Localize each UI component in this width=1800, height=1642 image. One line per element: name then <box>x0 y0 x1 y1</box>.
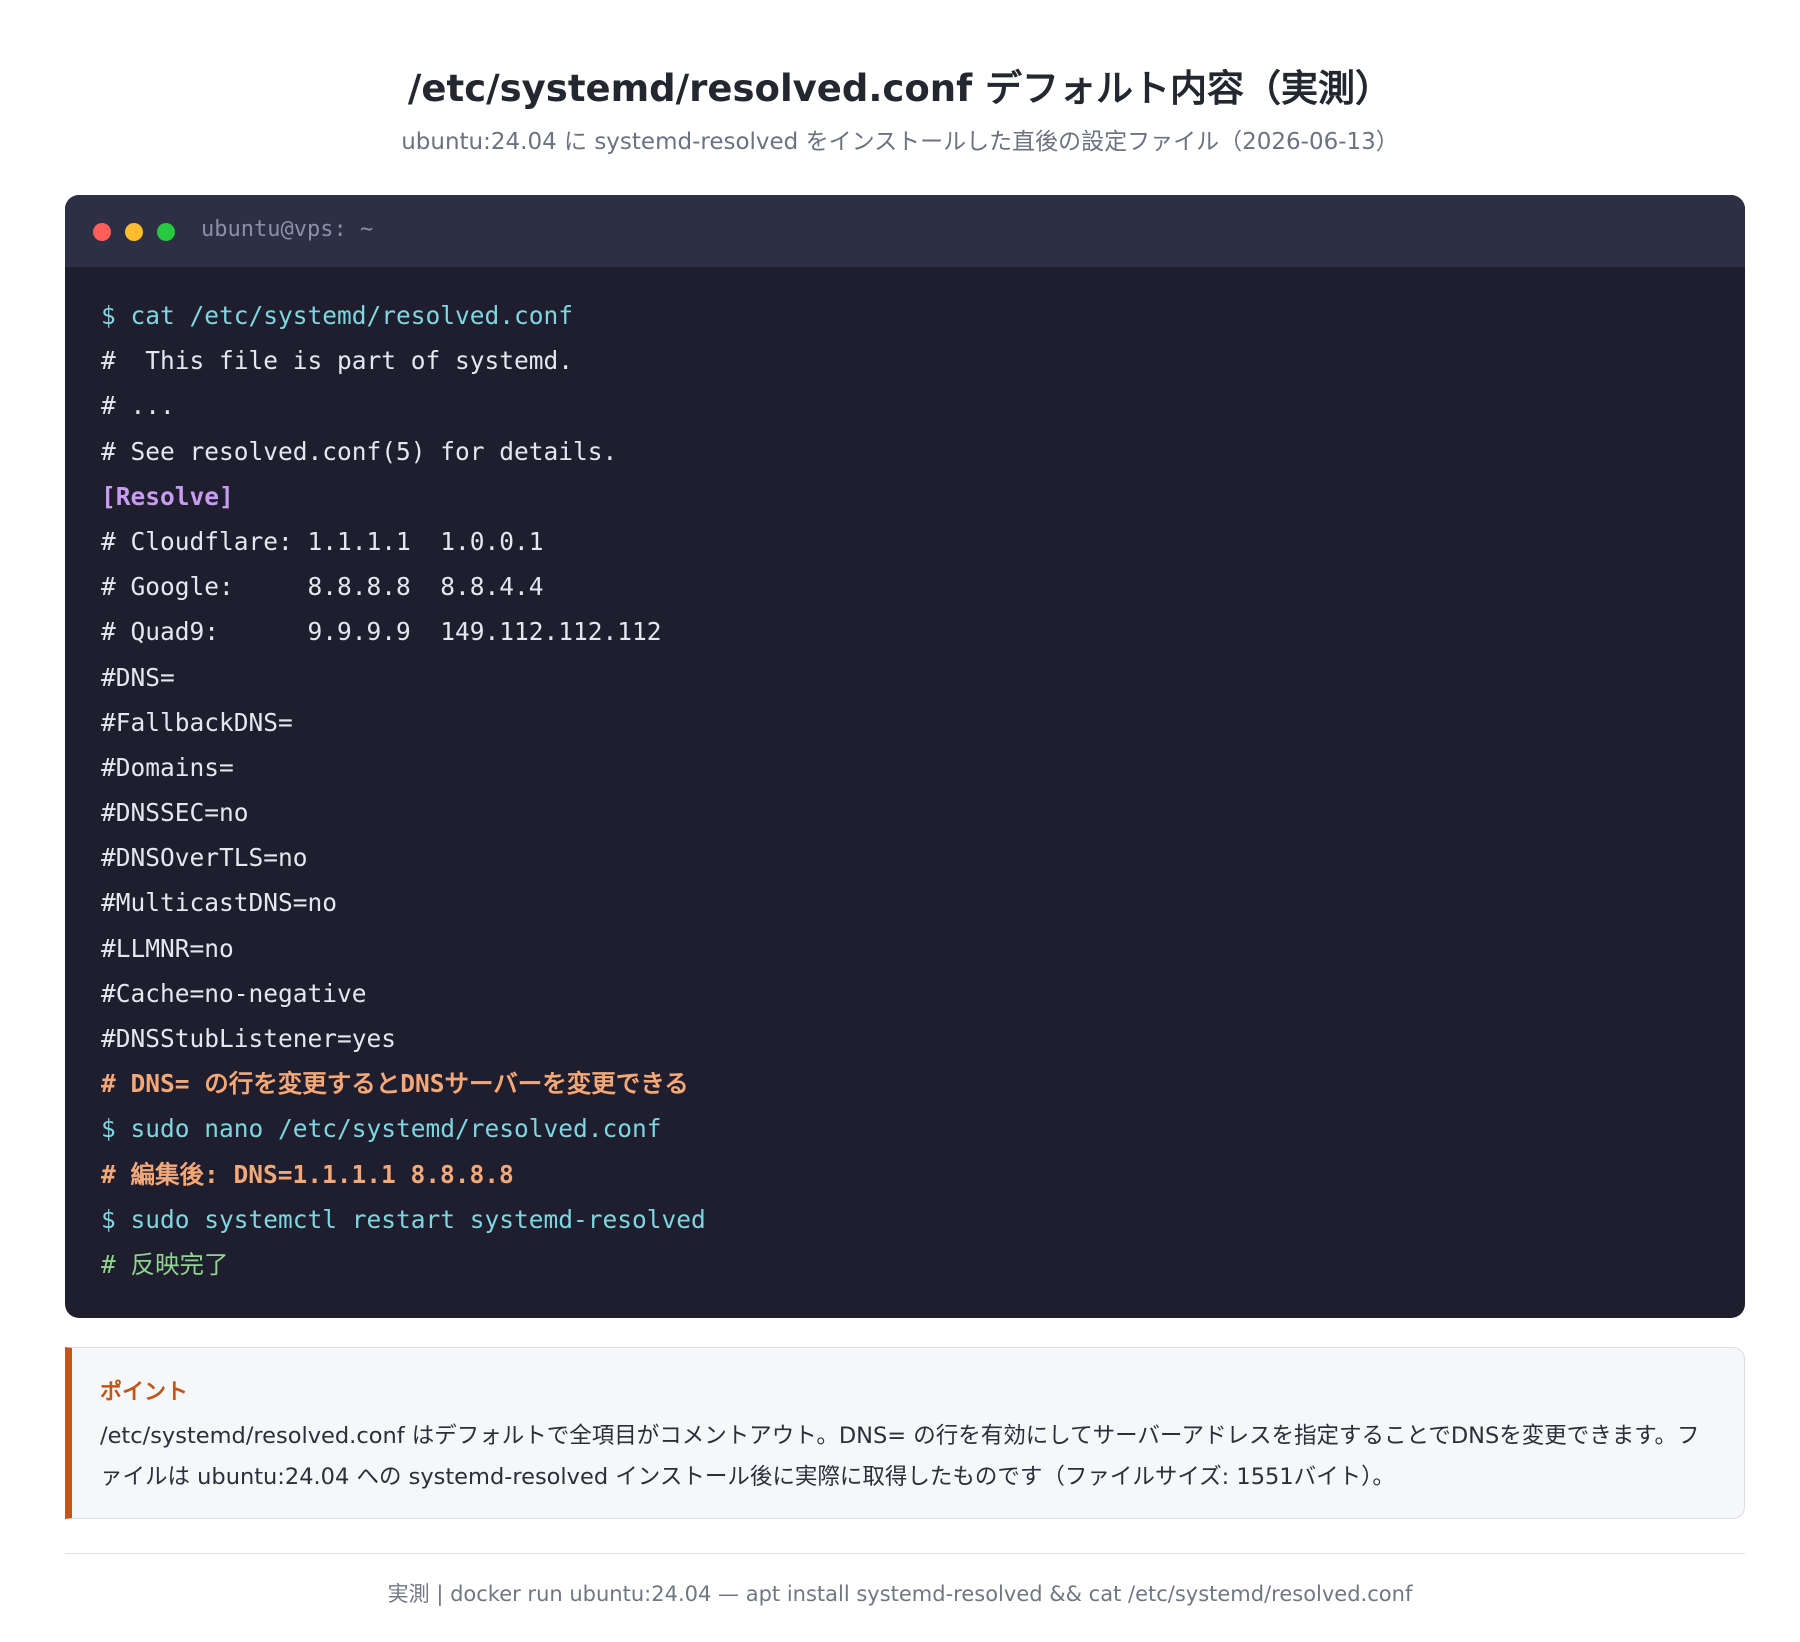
terminal-title: ubuntu@vps: ~ <box>201 217 374 242</box>
terminal-line: # Cloudflare: 1.1.1.1 1.0.0.1 <box>101 526 544 556</box>
terminal-line: # DNS= の行を変更するとDNSサーバーを変更できる <box>101 1069 689 1099</box>
terminal-line: #Domains= <box>101 752 234 782</box>
terminal-line: #DNSOverTLS=no <box>101 843 308 873</box>
terminal-line: #LLMNR=no <box>101 933 234 963</box>
tip-box: ポイント /etc/systemd/resolved.conf はデフォルトで全… <box>65 1347 1745 1519</box>
terminal-line: [Resolve] <box>101 481 234 511</box>
terminal-line: #Cache=no-negative <box>101 978 367 1008</box>
terminal-line: $ sudo nano /etc/systemd/resolved.conf <box>101 1114 662 1144</box>
footer-text: 実測 | docker run ubuntu:24.04 — apt insta… <box>387 1582 1413 1606</box>
terminal-line: # Google: 8.8.8.8 8.8.4.4 <box>101 572 544 602</box>
terminal-line: #DNSSEC=no <box>101 798 249 828</box>
terminal-line: $ cat /etc/systemd/resolved.conf <box>101 301 574 330</box>
terminal-window: ubuntu@vps: ~ $ cat /etc/systemd/resolve… <box>65 195 1745 1318</box>
terminal-line: #DNS= <box>101 662 175 692</box>
footer-divider <box>65 1553 1745 1554</box>
close-window-icon[interactable] <box>93 223 111 241</box>
tip-text: /etc/systemd/resolved.conf はデフォルトで全項目がコメ… <box>100 1423 1700 1490</box>
terminal-line: #FallbackDNS= <box>101 707 293 737</box>
terminal-line: # 編集後: DNS=1.1.1.1 8.8.8.8 <box>101 1159 514 1189</box>
minimize-window-icon[interactable] <box>125 223 143 241</box>
terminal-line: # ... <box>101 391 175 421</box>
page-title: /etc/systemd/resolved.conf デフォルト内容（実測） <box>407 67 1393 110</box>
tip-title: ポイント <box>100 1380 189 1405</box>
terminal-line: # 反映完了 <box>101 1249 229 1279</box>
terminal-line: $ sudo systemctl restart systemd-resolve… <box>101 1204 706 1234</box>
terminal-line: #MulticastDNS=no <box>101 888 338 918</box>
terminal-line: # This file is part of systemd. <box>101 346 574 376</box>
terminal-line: # See resolved.conf(5) for details. <box>101 436 618 466</box>
maximize-window-icon[interactable] <box>157 223 175 241</box>
terminal-title-bar: ubuntu@vps: ~ <box>65 195 1745 267</box>
terminal-line: # Quad9: 9.9.9.9 149.112.112.112 <box>101 617 662 647</box>
terminal-line: #DNSStubListener=yes <box>101 1024 397 1053</box>
page: /etc/systemd/resolved.conf デフォルト内容（実測） u… <box>0 0 1800 1642</box>
page-subtitle: ubuntu:24.04 に systemd-resolved をインストールし… <box>401 129 1399 155</box>
terminal-output: $ cat /etc/systemd/resolved.conf # This f… <box>65 267 1745 1287</box>
